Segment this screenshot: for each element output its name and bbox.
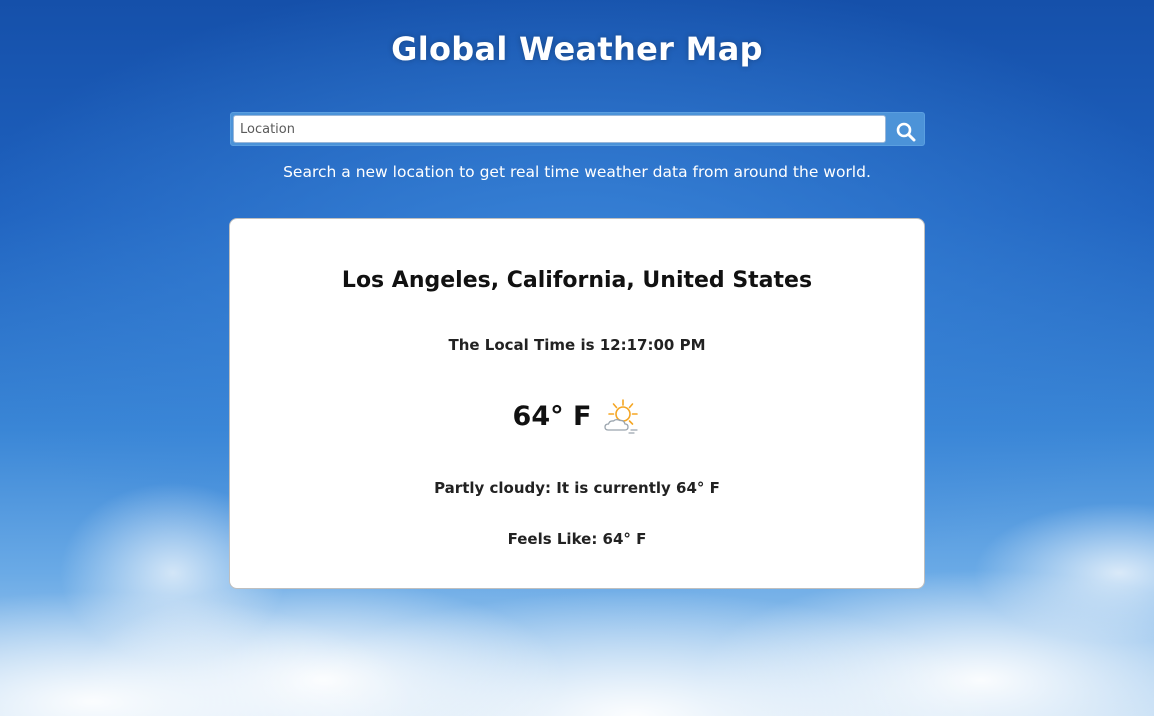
partly-cloudy-icon	[604, 399, 639, 434]
search-icon	[896, 122, 916, 142]
weather-card: Los Angeles, California, United States T…	[229, 218, 925, 589]
location-name: Los Angeles, California, United States	[341, 268, 813, 293]
temperature-row: 64° F	[230, 395, 924, 439]
local-time: The Local Time is 12:17:00 PM	[448, 336, 706, 354]
feels-like: Feels Like: 64° F	[507, 530, 647, 548]
search-bar	[230, 112, 925, 146]
search-button[interactable]	[886, 113, 924, 145]
page-title: Global Weather Map	[391, 30, 763, 68]
temperature: 64° F	[512, 401, 592, 432]
search-hint: Search a new location to get real time w…	[283, 163, 871, 181]
search-input[interactable]	[233, 115, 886, 143]
condition-text: Partly cloudy: It is currently 64° F	[434, 479, 720, 497]
